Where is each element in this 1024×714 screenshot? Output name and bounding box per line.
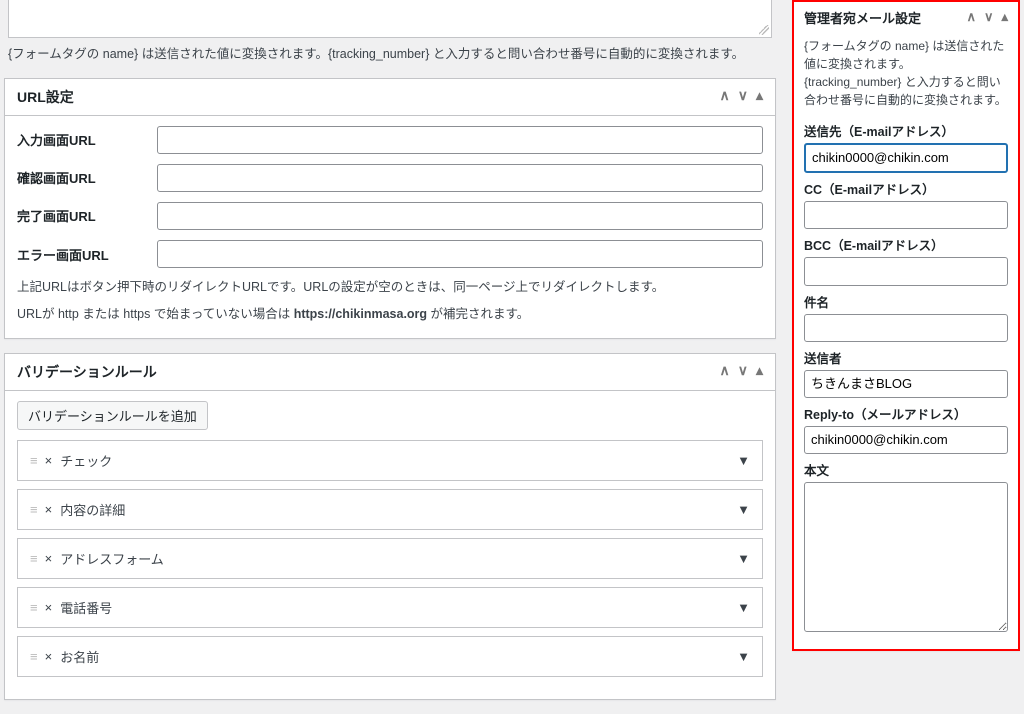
- url-field-complete[interactable]: [157, 202, 763, 230]
- url-row-error: エラー画面URL: [17, 240, 763, 268]
- url-help-2-prefix: URLが http または https で始まっていない場合は: [17, 307, 294, 321]
- admin-mail-title: 管理者宛メール設定: [804, 8, 921, 27]
- panel-toggle-icon[interactable]: ▴: [1001, 11, 1008, 24]
- mail-bcc-input[interactable]: [804, 257, 1008, 285]
- url-field-input[interactable]: [157, 126, 763, 154]
- validation-rule-name: アドレスフォーム: [60, 549, 164, 568]
- url-help-2-domain: https://chikinmasa.org: [294, 307, 427, 321]
- panel-toggle-icon[interactable]: ▴: [756, 365, 763, 379]
- validation-rule-name: チェック: [60, 451, 112, 470]
- url-field-confirm[interactable]: [157, 164, 763, 192]
- url-settings-title: URL設定: [17, 87, 74, 107]
- remove-rule-icon[interactable]: ×: [45, 502, 53, 517]
- mail-cc-label: CC（E-mailアドレス）: [804, 179, 1008, 198]
- admin-mail-panel: 管理者宛メール設定 ∧ ∨ ▴ {フォームタグの name} は送信された値に変…: [792, 0, 1020, 651]
- expand-rule-icon[interactable]: ▼: [737, 649, 750, 664]
- drag-handle-icon[interactable]: ≡: [30, 649, 37, 664]
- url-help-2-suffix: が補完されます。: [427, 307, 529, 321]
- mail-subject-input[interactable]: [804, 314, 1008, 342]
- url-label-error: エラー画面URL: [17, 245, 157, 264]
- admin-mail-help: {フォームタグの name} は送信された値に変換されます。{tracking_…: [794, 33, 1018, 117]
- validation-rule-item: ≡ × 電話番号 ▼: [17, 587, 763, 628]
- mail-subject-label: 件名: [804, 292, 1008, 311]
- url-help-1: 上記URLはボタン押下時のリダイレクトURLです。URLの設定が空のときは、同一…: [17, 278, 763, 297]
- validation-rule-item: ≡ × お名前 ▼: [17, 636, 763, 677]
- panel-move-up-icon[interactable]: ∧: [719, 365, 729, 379]
- drag-handle-icon[interactable]: ≡: [30, 551, 37, 566]
- url-label-confirm: 確認画面URL: [17, 168, 157, 187]
- remove-rule-icon[interactable]: ×: [45, 649, 53, 664]
- drag-handle-icon[interactable]: ≡: [30, 502, 37, 517]
- expand-rule-icon[interactable]: ▼: [737, 600, 750, 615]
- remove-rule-icon[interactable]: ×: [45, 453, 53, 468]
- formtag-help-top: {フォームタグの name} は送信された値に変換されます。{tracking_…: [8, 46, 772, 64]
- validation-rule-name: 電話番号: [60, 598, 112, 617]
- panel-move-down-icon[interactable]: ∨: [738, 90, 748, 104]
- mail-reply-input[interactable]: [804, 426, 1008, 454]
- url-row-confirm: 確認画面URL: [17, 164, 763, 192]
- url-row-complete: 完了画面URL: [17, 202, 763, 230]
- mail-to-input[interactable]: [804, 143, 1008, 173]
- remove-rule-icon[interactable]: ×: [45, 600, 53, 615]
- validation-rule-item: ≡ × アドレスフォーム ▼: [17, 538, 763, 579]
- mail-reply-label: Reply-to（メールアドレス）: [804, 404, 1008, 423]
- mail-bcc-label: BCC（E-mailアドレス）: [804, 235, 1008, 254]
- url-label-input: 入力画面URL: [17, 130, 157, 149]
- add-validation-rule-button[interactable]: バリデーションルールを追加: [17, 401, 208, 430]
- expand-rule-icon[interactable]: ▼: [737, 453, 750, 468]
- mail-sender-label: 送信者: [804, 348, 1008, 367]
- panel-move-up-icon[interactable]: ∧: [966, 11, 976, 24]
- drag-handle-icon[interactable]: ≡: [30, 453, 37, 468]
- url-label-complete: 完了画面URL: [17, 206, 157, 225]
- panel-toggle-icon[interactable]: ▴: [756, 90, 763, 104]
- validation-rule-item: ≡ × チェック ▼: [17, 440, 763, 481]
- panel-move-down-icon[interactable]: ∨: [738, 365, 748, 379]
- url-settings-panel: URL設定 ∧ ∨ ▴ 入力画面URL 確認画面URL 完了画面URL: [4, 78, 776, 339]
- validation-rule-name: お名前: [60, 647, 99, 666]
- expand-rule-icon[interactable]: ▼: [737, 551, 750, 566]
- url-row-input: 入力画面URL: [17, 126, 763, 154]
- panel-move-down-icon[interactable]: ∨: [984, 11, 994, 24]
- expand-rule-icon[interactable]: ▼: [737, 502, 750, 517]
- admin-mail-panel-controls: ∧ ∨ ▴: [966, 11, 1008, 24]
- url-help-2: URLが http または https で始まっていない場合は https://…: [17, 305, 763, 324]
- validation-rule-name: 内容の詳細: [60, 500, 125, 519]
- panel-move-up-icon[interactable]: ∧: [719, 90, 729, 104]
- prev-panel-textarea-stub[interactable]: [8, 0, 772, 38]
- url-settings-panel-controls: ∧ ∨ ▴: [719, 90, 763, 104]
- mail-to-label: 送信先（E-mailアドレス）: [804, 121, 1008, 140]
- validation-rule-item: ≡ × 内容の詳細 ▼: [17, 489, 763, 530]
- url-field-error[interactable]: [157, 240, 763, 268]
- validation-title: バリデーションルール: [17, 362, 157, 382]
- mail-cc-input[interactable]: [804, 201, 1008, 229]
- validation-panel: バリデーションルール ∧ ∨ ▴ バリデーションルールを追加 ≡ × チェック ▼ ≡ ×…: [4, 353, 776, 700]
- remove-rule-icon[interactable]: ×: [45, 551, 53, 566]
- mail-sender-input[interactable]: [804, 370, 1008, 398]
- drag-handle-icon[interactable]: ≡: [30, 600, 37, 615]
- mail-body-label: 本文: [804, 460, 1008, 479]
- validation-panel-controls: ∧ ∨ ▴: [719, 365, 763, 379]
